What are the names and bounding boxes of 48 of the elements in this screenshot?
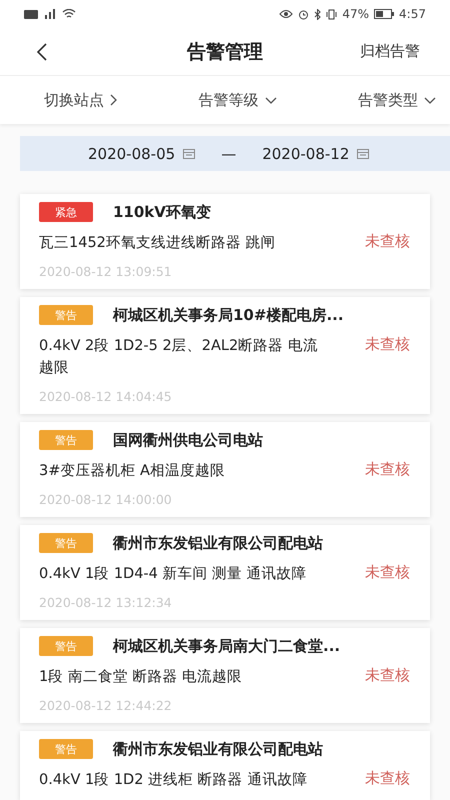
- archive-alarms-button[interactable]: 归档告警: [360, 38, 420, 65]
- station-name: 110kV环氧变: [113, 202, 211, 222]
- eye-icon: [279, 9, 294, 19]
- alarm-description: 0.4kV 1段 1D4-4 新车间 测量 通讯故障: [39, 564, 307, 584]
- level-tag: 警告: [39, 739, 93, 759]
- clock-time: 4:57: [399, 7, 426, 21]
- filter-button[interactable]: 切换站点: [40, 86, 121, 114]
- level-tag: 警告: [39, 533, 93, 553]
- chevron-down-icon: [424, 96, 436, 104]
- end-date[interactable]: 2020-08-12: [262, 144, 350, 162]
- calendar-icon[interactable]: [357, 148, 370, 158]
- battery-icon: [374, 9, 394, 19]
- alarm-card[interactable]: 警告 衢州市东发铝业有限公司配电站 0.4kV 1段 1D2 进线柜 断路器 通讯故障 未查核: [20, 731, 430, 800]
- station-name: 国网衢州供电公司电站: [113, 430, 263, 450]
- alarm-description: 0.4kV 2段 1D2-5 2层、2AL2断路器 电流越限: [39, 336, 319, 378]
- station-name: 衢州市东发铝业有限公司配电站: [113, 740, 323, 758]
- review-status: 未查核: [365, 460, 410, 479]
- alarm-description: 瓦三1452环氧支线进线断路器 跳闸: [39, 234, 276, 253]
- review-status: 未查核: [365, 563, 410, 582]
- chevron-down-icon: [264, 96, 276, 104]
- chevron-right-icon: [110, 94, 117, 106]
- level-tag: 紧急: [39, 202, 93, 222]
- date-separator: —: [221, 144, 236, 162]
- review-status: 未查核: [365, 232, 410, 251]
- station-name: 柯城区机关事务局南大门二食堂...: [113, 636, 340, 656]
- level-tag: 警告: [39, 636, 93, 656]
- vibrate-icon: [326, 8, 338, 20]
- start-date[interactable]: 2020-08-05: [88, 144, 176, 162]
- page-title: 告警管理: [186, 40, 264, 64]
- alarm-description: 0.4kV 1段 1D2 进线柜 断路器 通讯故障: [39, 770, 308, 790]
- alarm-clock-icon: [298, 8, 310, 20]
- wifi-icon: [62, 9, 76, 19]
- station-name: 柯城区机关事务局10#楼配电房...: [113, 306, 344, 324]
- level-tag: 警告: [39, 430, 93, 450]
- review-status: 未查核: [365, 335, 410, 354]
- review-status: 未查核: [365, 769, 410, 788]
- alarm-description: 1段 南二食堂 断路器 电流越限: [39, 668, 242, 687]
- filter-button[interactable]: 告警类型: [354, 86, 440, 114]
- level-tag: 警告: [39, 305, 93, 325]
- station-name: 衢州市东发铝业有限公司配电站: [113, 534, 323, 552]
- alarm-description: 3#变压器机柜 A相温度越限: [39, 462, 225, 481]
- review-status: 未查核: [365, 666, 410, 685]
- signal-icon: [43, 9, 57, 19]
- battery-percent: 47%: [342, 7, 370, 21]
- calendar-icon[interactable]: [183, 148, 196, 158]
- filter-button[interactable]: 告警等级: [194, 86, 280, 114]
- back-icon[interactable]: [36, 42, 48, 62]
- bluetooth-icon: [314, 8, 322, 20]
